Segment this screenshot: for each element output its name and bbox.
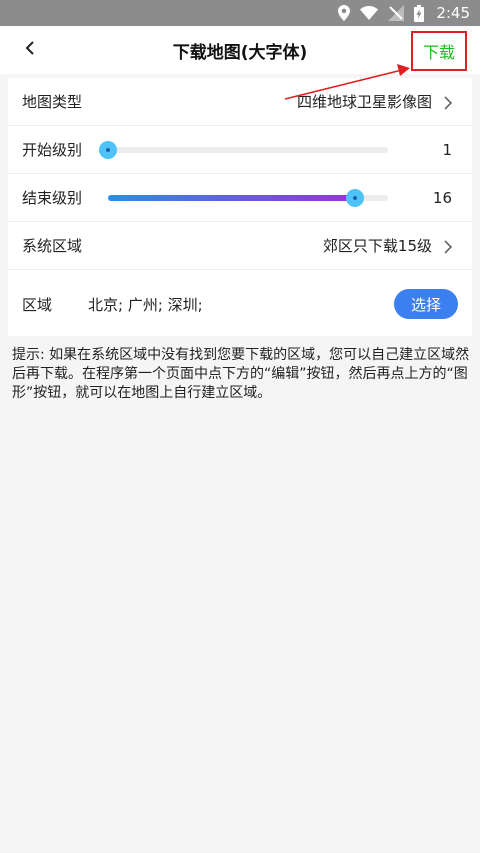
select-region-button[interactable]: 选择 [394, 289, 458, 319]
start-level-value: 1 [442, 140, 452, 159]
chevron-right-icon [442, 95, 454, 110]
start-level-slider-thumb[interactable] [99, 141, 117, 159]
region-row: 区域 北京; 广州; 深圳; 选择 [8, 272, 472, 336]
system-region-row[interactable]: 系统区域 郊区只下载15级 [8, 222, 472, 270]
end-level-slider-thumb[interactable] [346, 189, 365, 207]
app-bar: 下载地图(大字体) 下载 [0, 26, 480, 74]
region-list: 北京; 广州; 深圳; [88, 295, 203, 314]
chevron-right-icon [442, 239, 454, 254]
battery-charging-icon [414, 4, 425, 22]
end-level-slider-fill [108, 195, 356, 201]
status-bar: 2:45 [0, 0, 480, 26]
system-region-label: 系统区域 [22, 237, 83, 255]
end-level-slider[interactable] [108, 189, 388, 207]
region-label: 区域 [22, 295, 53, 314]
system-region-value: 郊区只下载15级 [322, 237, 432, 255]
start-level-slider[interactable] [99, 141, 388, 159]
end-level-label: 结束级别 [22, 189, 83, 207]
status-time: 2:45 [436, 4, 470, 22]
tip-text: 提示: 如果在系统区域中没有找到您要下载的区域，您可以自己建立区域然后再下载。在… [12, 347, 470, 401]
location-icon [338, 5, 351, 21]
settings-panel: 地图类型 四维地球卫星影像图 开始级别 1 结束级别 16 系统区域 郊区只下载… [8, 78, 472, 336]
no-signal-icon [388, 5, 405, 21]
start-level-row: 开始级别 1 [8, 126, 472, 174]
map-type-label: 地图类型 [22, 93, 83, 111]
download-button[interactable]: 下载 [411, 31, 467, 71]
map-type-value: 四维地球卫星影像图 [296, 93, 432, 111]
start-level-label: 开始级别 [22, 141, 83, 159]
end-level-row: 结束级别 16 [8, 174, 472, 222]
map-type-row[interactable]: 地图类型 四维地球卫星影像图 [8, 78, 472, 126]
page-title: 下载地图(大字体) [172, 43, 308, 63]
wifi-icon [360, 6, 379, 20]
end-level-value: 16 [432, 188, 452, 207]
